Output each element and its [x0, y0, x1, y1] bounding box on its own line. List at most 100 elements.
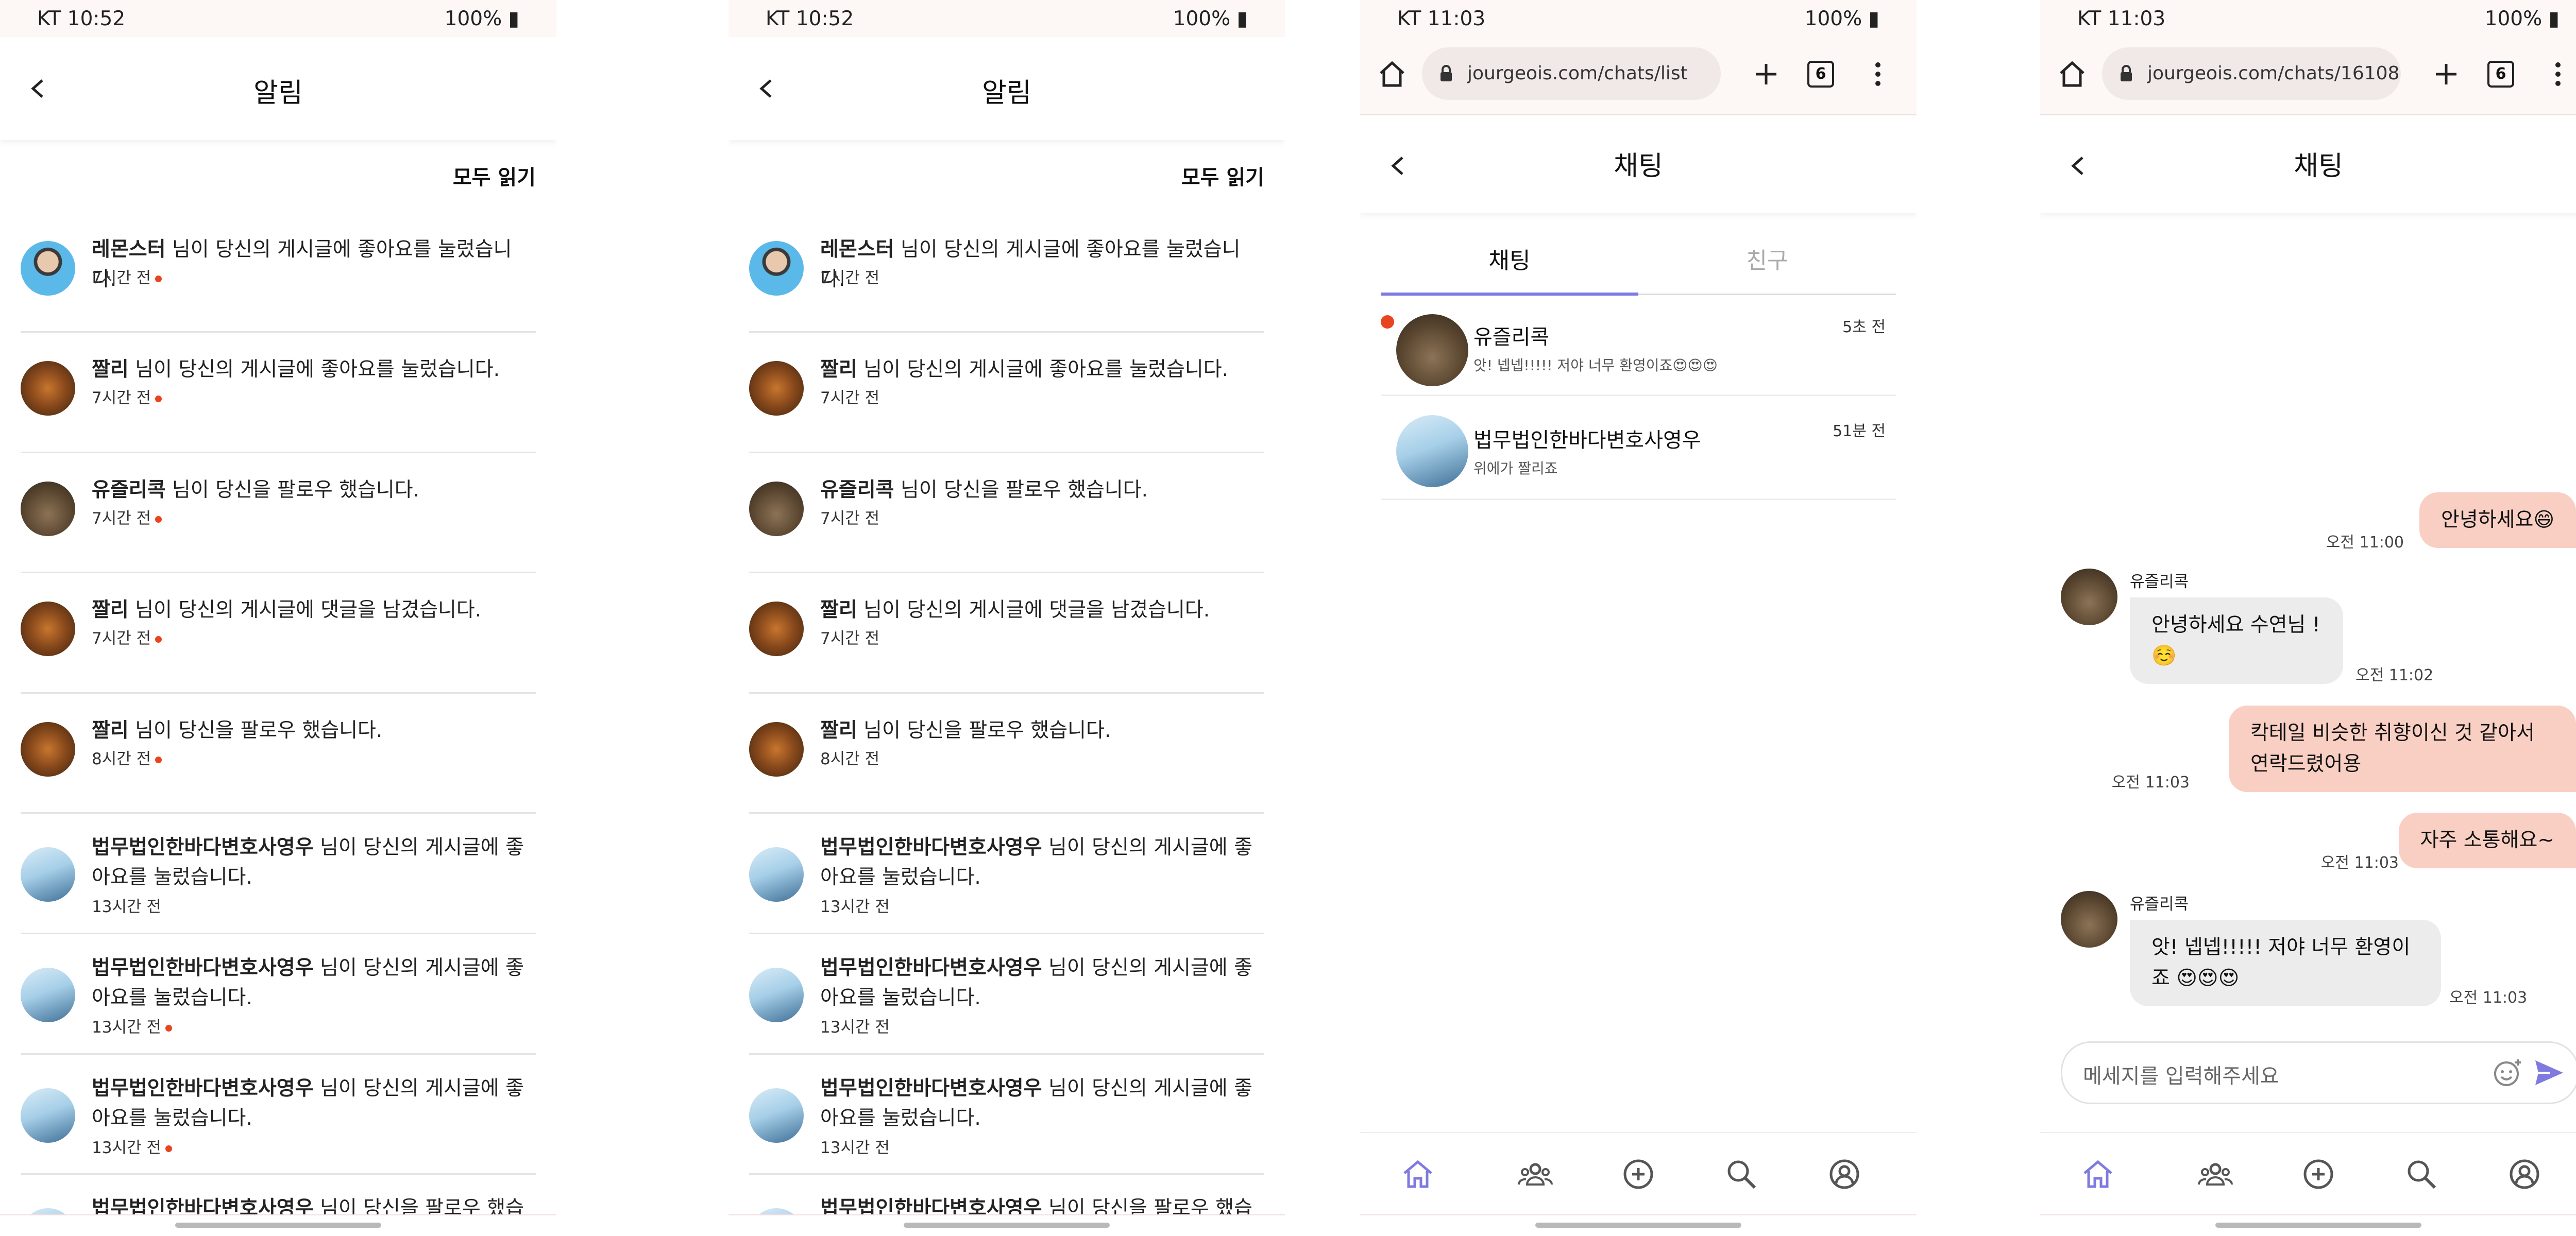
chat-name: 법무법인한바다변호사영우	[1473, 428, 1701, 452]
home-icon[interactable]	[2056, 58, 2089, 91]
phone-notifications-2: KT 10:52 100% ▮ 알림 모두 읽기 레몬스터 님이 당신의 게시글…	[728, 0, 1285, 1236]
notification-item[interactable]: 법무법인한바다변호사영우 님이 당신의 게시글에 좋아요를 눌렀습니다. 13시간…	[21, 933, 536, 1055]
notification-item[interactable]: 짤리 님이 당신을 팔로우 했습니다. 8시간 전	[21, 692, 536, 814]
page-title: 채팅	[2294, 151, 2343, 182]
tab-switcher-button[interactable]: 6	[1807, 61, 1834, 88]
new-tab-icon[interactable]	[2430, 58, 2463, 91]
unread-dot	[155, 757, 162, 763]
profile-icon[interactable]	[1826, 1156, 1863, 1193]
status-bar: KT 10:52 100% ▮	[0, 0, 556, 37]
address-bar[interactable]: jourgeois.com/chats/list	[1422, 47, 1721, 100]
tab-active-indicator	[1381, 293, 1638, 296]
avatar[interactable]	[749, 482, 804, 536]
send-icon[interactable]	[2533, 1058, 2565, 1087]
read-all-button[interactable]: 모두 읽기	[1181, 161, 1264, 191]
avatar[interactable]	[749, 722, 804, 777]
notification-message: 님이 당신을 팔로우 했습니다.	[894, 478, 1148, 502]
new-tab-icon[interactable]	[1750, 58, 1783, 91]
notification-text: 짤리 님이 당신의 게시글에 좋아요를 눌렀습니다.	[92, 355, 535, 385]
avatar[interactable]	[21, 361, 75, 416]
notification-user-name: 짤리	[820, 358, 857, 381]
home-icon[interactable]	[2079, 1156, 2116, 1193]
notification-time-text: 13시간 전	[92, 1139, 161, 1157]
chat-list-item[interactable]: 법무법인한바다변호사영우 위에가 짤리죠 51분 전	[1381, 403, 1896, 500]
tab-switcher-button[interactable]: 6	[2487, 61, 2514, 88]
avatar[interactable]	[749, 361, 804, 416]
message-time: 오전 11:03	[2449, 989, 2528, 1007]
home-icon[interactable]	[1399, 1156, 1436, 1193]
more-menu-icon[interactable]	[2550, 58, 2566, 91]
browser-toolbar: jourgeois.com/chats/16108 6	[2040, 37, 2576, 115]
add-icon[interactable]	[2300, 1156, 2337, 1193]
notification-item[interactable]: 짤리 님이 당신을 팔로우 했습니다. 8시간 전	[749, 692, 1264, 814]
message-input[interactable]: 메세지를 입력해주세요	[2061, 1041, 2576, 1104]
notification-item[interactable]: 유즐리콕 님이 당신을 팔로우 했습니다. 7시간 전	[749, 452, 1264, 573]
status-bar: KT 10:52 100% ▮	[728, 0, 1285, 37]
notification-item[interactable]: 짤리 님이 당신의 게시글에 댓글을 남겼습니다. 7시간 전	[749, 572, 1264, 694]
notification-item[interactable]: 법무법인한바다변호사영우 님이 당신의 게시글에 좋아요를 눌렀습니다. 13시간…	[21, 1053, 536, 1175]
avatar[interactable]	[21, 847, 75, 902]
notification-item[interactable]: 짤리 님이 당신의 게시글에 좋아요를 눌렀습니다. 7시간 전	[749, 331, 1264, 453]
avatar[interactable]	[21, 722, 75, 777]
avatar[interactable]	[21, 482, 75, 536]
notification-item[interactable]: 레몬스터 님이 당신의 게시글에 좋아요를 눌렀습니다. 7시간 전	[21, 211, 536, 333]
avatar[interactable]	[749, 1088, 804, 1143]
notification-time-text: 7시간 전	[820, 389, 880, 407]
chat-list-item[interactable]: 유즐리콕 앗! 넵넵!!!!! 저야 너무 환영이죠😍😍😍 5초 전	[1381, 299, 1896, 396]
friends-icon[interactable]	[1517, 1156, 1554, 1193]
bottom-nav	[2040, 1132, 2576, 1216]
notification-user-name: 짤리	[820, 719, 857, 742]
home-icon[interactable]	[1376, 58, 1409, 91]
avatar[interactable]	[749, 847, 804, 902]
notification-time: 8시간 전	[820, 746, 879, 769]
avatar[interactable]	[749, 241, 804, 296]
notification-time: 7시간 전	[92, 265, 162, 288]
notification-item[interactable]: 법무법인한바다변호사영우 님이 당신의 게시글에 좋아요를 눌렀습니다. 13시간…	[749, 933, 1264, 1055]
notification-time-text: 7시간 전	[820, 629, 880, 648]
status-bar: KT 11:03 100% ▮	[2040, 0, 2576, 37]
notification-time-text: 13시간 전	[820, 898, 890, 916]
address-bar[interactable]: jourgeois.com/chats/16108	[2102, 47, 2401, 100]
notification-item[interactable]: 법무법인한바다변호사영우 님이 당신의 게시글에 좋아요를 눌렀습니다. 13시간…	[749, 812, 1264, 934]
notification-item[interactable]: 유즐리콕 님이 당신을 팔로우 했습니다. 7시간 전	[21, 452, 536, 573]
search-icon[interactable]	[2403, 1156, 2440, 1193]
notification-time: 13시간 전	[92, 894, 161, 917]
unread-dot	[165, 1145, 172, 1152]
read-all-button[interactable]: 모두 읽기	[453, 161, 536, 191]
notification-user-name: 유즐리콕	[92, 478, 166, 502]
message-time: 오전 11:03	[2111, 774, 2190, 792]
avatar[interactable]	[21, 241, 75, 296]
notification-item[interactable]: 레몬스터 님이 당신의 게시글에 좋아요를 눌렀습니다. 7시간 전	[749, 211, 1264, 333]
profile-icon[interactable]	[2506, 1156, 2543, 1193]
friends-icon[interactable]	[2197, 1156, 2234, 1193]
notification-text: 법무법인한바다변호사영우 님이 당신의 게시글에 좋아요를 눌렀습니다.	[820, 833, 1263, 892]
add-icon[interactable]	[1620, 1156, 1657, 1193]
notification-item[interactable]: 법무법인한바다변호사영우 님이 당신의 게시글에 좋아요를 눌렀습니다. 13시간…	[749, 1053, 1264, 1175]
notification-item[interactable]: 짤리 님이 당신의 게시글에 댓글을 남겼습니다. 7시간 전	[21, 572, 536, 694]
notification-item[interactable]: 법무법인한바다변호사영우 님이 당신의 게시글에 좋아요를 눌렀습니다. 13시간…	[21, 812, 536, 934]
browser-toolbar: jourgeois.com/chats/list 6	[1360, 37, 1917, 115]
lock-icon	[1440, 65, 1452, 81]
tab-friends[interactable]: 친구	[1638, 242, 1896, 275]
avatar[interactable]	[749, 602, 804, 656]
chat-name: 유즐리콕	[1473, 325, 1550, 349]
avatar[interactable]	[21, 1088, 75, 1143]
avatar[interactable]	[749, 968, 804, 1022]
unread-dot	[165, 1025, 172, 1032]
avatar[interactable]	[21, 968, 75, 1022]
notification-user-name: 짤리	[820, 598, 857, 622]
search-icon[interactable]	[1723, 1156, 1760, 1193]
more-menu-icon[interactable]	[1870, 58, 1886, 91]
unread-dot	[155, 516, 162, 523]
message-input-placeholder: 메세지를 입력해주세요	[2083, 1065, 2279, 1088]
battery-icon: ▮	[1868, 7, 1879, 30]
notification-item[interactable]: 짤리 님이 당신의 게시글에 좋아요를 눌렀습니다. 7시간 전	[21, 331, 536, 453]
notification-user-name: 법무법인한바다변호사영우	[92, 956, 314, 980]
app-bar: 채팅	[2040, 115, 2576, 213]
tab-chat[interactable]: 채팅	[1381, 242, 1638, 275]
carrier: KT	[766, 7, 790, 30]
avatar[interactable]	[21, 602, 75, 656]
chat-last-message: 위에가 짤리죠	[1473, 460, 1558, 477]
emoji-icon[interactable]	[2492, 1057, 2523, 1088]
notification-time-text: 13시간 전	[92, 898, 161, 916]
